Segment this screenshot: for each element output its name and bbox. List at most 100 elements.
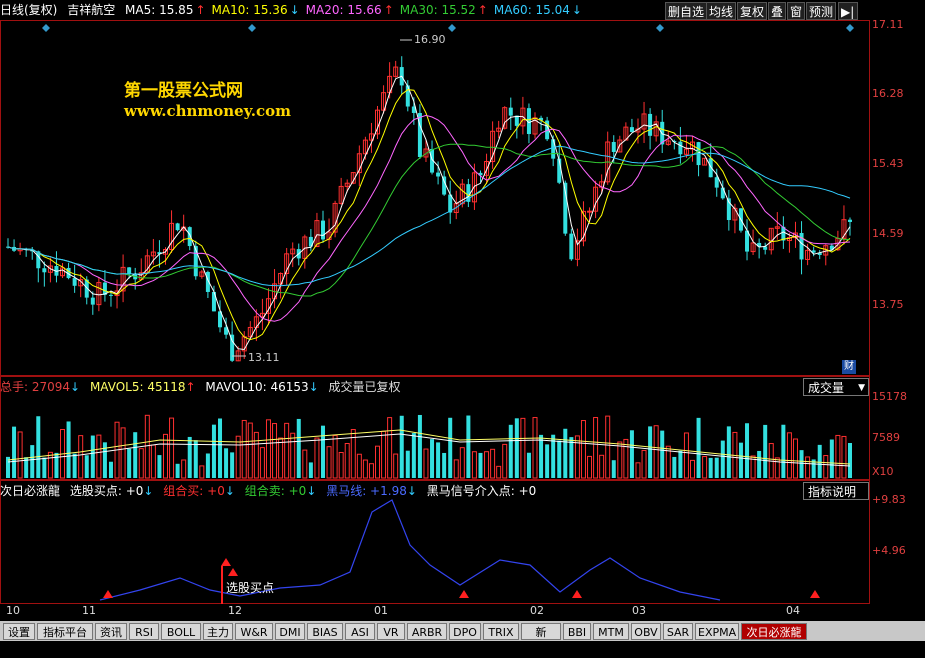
volume-bar-down	[545, 444, 550, 478]
diamond-marker-icon	[448, 24, 456, 32]
date-tick-label: 10	[6, 604, 20, 617]
candle-body-down	[848, 219, 852, 222]
volume-bar-up	[368, 463, 374, 479]
buy-arrow-icon	[103, 590, 113, 598]
buy-arrow-icon	[228, 568, 238, 576]
entry-signal-value: 黑马信号介入点: +0	[426, 484, 537, 498]
volume-bar-up	[350, 429, 356, 479]
arrow-down-icon: ↓	[224, 484, 235, 498]
tab-indicator[interactable]: EXPMA	[695, 623, 739, 640]
indicator-explain-button[interactable]: 指标说明	[803, 482, 869, 500]
indicator-tab-bar: 设置 指标平台 资讯 RSI BOLL 主力 W&R DMI BIAS ASI VR ARBR DPO T…	[0, 621, 925, 656]
tab-indicator[interactable]: BOLL	[161, 623, 201, 640]
volume-bar-down	[569, 437, 574, 478]
mavol10-label: MAVOL10: 46153	[205, 380, 309, 394]
tab-indicator[interactable]: ASI	[345, 623, 375, 640]
volume-bar-down	[660, 430, 665, 478]
volume-bar-up	[302, 449, 308, 479]
indicator-name: 次日必涨龍	[0, 484, 61, 498]
finance-badge[interactable]: 财	[842, 360, 856, 374]
volume-bar-down	[648, 426, 653, 478]
tab-indicator[interactable]: SAR	[663, 623, 693, 640]
candle-body-down	[72, 278, 77, 286]
volume-bar-up	[332, 434, 338, 479]
black-horse-value: 黑马线: +1.98	[326, 484, 407, 498]
tab-indicator[interactable]: 次日必涨龍	[741, 623, 807, 640]
date-tick-label: 01	[374, 604, 388, 617]
volume-bar-down	[417, 414, 422, 478]
volume-bar-down	[211, 424, 216, 478]
price-axis-label: 17.11	[872, 18, 904, 31]
tab-indicator[interactable]: 指标平台	[37, 623, 93, 640]
volume-bar-down	[175, 463, 180, 478]
volume-bar-down	[738, 442, 743, 478]
volume-bar-up	[593, 417, 599, 479]
volume-bar-down	[611, 460, 616, 478]
buy-arrow-icon	[459, 590, 469, 598]
tab-indicator[interactable]: OBV	[631, 623, 661, 640]
volume-bar-up	[150, 444, 156, 479]
diamond-marker-icon	[656, 24, 664, 32]
volume-bar-up	[605, 415, 611, 479]
volume-bar-up	[199, 465, 205, 479]
volume-bar-up	[599, 454, 605, 479]
volume-bar-down	[320, 425, 325, 478]
tab-indicator[interactable]: 新DMA	[521, 623, 561, 656]
volume-indicator-select[interactable]: 成交量 ▼	[803, 378, 869, 396]
volume-bar-down	[672, 456, 677, 478]
volume-bar-up	[326, 446, 332, 479]
tab-indicator[interactable]: BIAS	[307, 623, 343, 640]
volume-bar-up	[453, 459, 459, 479]
tab-indicator[interactable]: DPO	[449, 623, 481, 640]
volume-bar-down	[781, 424, 786, 478]
watermark-title: 第一股票公式网	[124, 81, 243, 101]
volume-bar-up	[362, 459, 368, 479]
volume-bar-up	[835, 434, 841, 479]
arrow-down-icon: ↓	[308, 380, 319, 394]
tab-indicator[interactable]: DMI	[275, 623, 305, 640]
arrow-down-icon: ↓	[143, 484, 154, 498]
tab-indicator[interactable]: 主力	[203, 623, 233, 640]
candle-body-down	[230, 334, 235, 361]
candle-body-down	[648, 113, 653, 136]
volume-bar-up	[181, 459, 187, 479]
tab-indicator[interactable]: ARBR	[407, 623, 447, 640]
tab-indicator[interactable]: MTM	[593, 623, 629, 640]
indicator-header: 次日必涨龍 选股买点: +0↓ 组合买: +0↓ 组合卖: +0↓ 黑马线: +…	[0, 481, 870, 501]
volume-bar-up	[805, 456, 811, 479]
volume-bar-up	[532, 417, 538, 479]
volume-bar-down	[726, 426, 731, 478]
volume-bar-up	[423, 448, 429, 479]
volume-bar-up	[653, 425, 659, 479]
candle-body-down	[508, 107, 513, 116]
tab-indicator[interactable]: TRIX	[483, 623, 519, 640]
volume-bar-down	[526, 452, 531, 478]
volume-bar-down	[187, 436, 192, 478]
candle-body-down	[127, 267, 132, 274]
tab-indicator[interactable]: BBI	[563, 623, 591, 640]
candle-body-down	[678, 141, 683, 155]
volume-bar-up	[587, 455, 593, 479]
buy-point-value: 选股买点: +0	[69, 484, 144, 498]
candle-body-up	[587, 210, 593, 213]
volume-bar-up	[387, 417, 393, 479]
volume-bar-down	[745, 423, 750, 478]
tab-indicator[interactable]: 资讯	[95, 623, 127, 640]
volume-bar-up	[774, 457, 780, 479]
tab-indicator[interactable]: W&R	[235, 623, 273, 640]
tab-indicator[interactable]: 设置	[3, 623, 35, 640]
volume-bar-up	[284, 422, 290, 479]
tab-indicator[interactable]: RSI	[129, 623, 159, 640]
volume-bar-down	[133, 432, 138, 478]
date-tick-label: 12	[228, 604, 242, 617]
volume-bar-down	[757, 450, 762, 478]
diamond-marker-icon	[248, 24, 256, 32]
candle-body-down	[551, 139, 556, 159]
diamond-marker-icon	[42, 24, 50, 32]
volume-bar-up	[17, 431, 23, 479]
volume-bar-down	[430, 439, 435, 478]
volume-bar-up	[393, 453, 399, 479]
high-price-annotation: 16.90	[414, 33, 446, 46]
volume-bar-up	[520, 417, 526, 479]
tab-indicator[interactable]: VR	[377, 623, 405, 640]
